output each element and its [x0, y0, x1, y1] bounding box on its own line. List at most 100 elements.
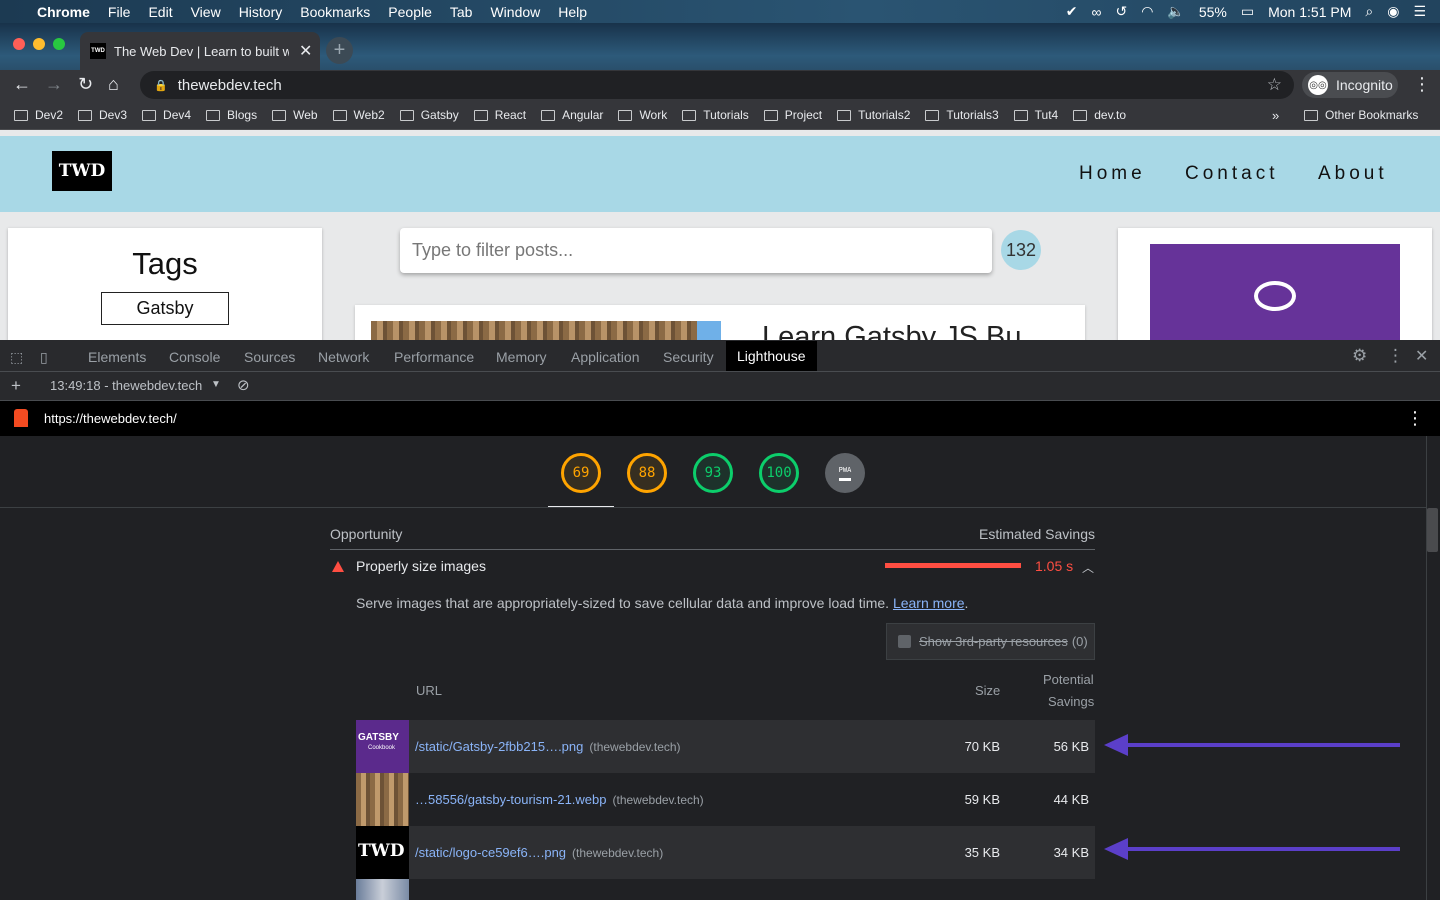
bookmark-folder[interactable]: React	[473, 108, 526, 122]
third-party-filter[interactable]: Show 3rd-party resources (0)	[886, 623, 1095, 660]
menu-file[interactable]: File	[99, 4, 140, 20]
score-accessibility[interactable]: 88	[627, 453, 667, 493]
post-title[interactable]: Learn Gatsby JS Bu	[762, 321, 1022, 340]
row-url[interactable]: /static/Gatsby-2fbb215….png (thewebdev.te…	[415, 739, 681, 754]
devtools-close-icon[interactable]: ✕	[1415, 346, 1428, 366]
bookmarks-overflow-icon[interactable]: »	[1272, 108, 1279, 123]
score-seo[interactable]: 100	[759, 453, 799, 493]
row-url-text[interactable]: /static/logo-ce59ef6….png	[415, 845, 566, 860]
table-row[interactable]: …58556/gatsby-tourism-21.webp (thewebdev.…	[356, 773, 1095, 826]
row-url[interactable]: …58556/gatsby-tourism-21.webp (thewebdev.…	[415, 792, 704, 807]
menu-view[interactable]: View	[182, 4, 230, 20]
browser-tab[interactable]: TWD The Web Dev | Learn to built w ✕	[80, 32, 320, 70]
window-minimize-button[interactable]	[33, 38, 45, 50]
chevron-up-icon[interactable]: ︿	[1082, 559, 1094, 576]
siri-icon[interactable]: ◉	[1387, 3, 1399, 20]
devtools-tab-security[interactable]: Security	[663, 349, 714, 365]
battery-percent[interactable]: 55%	[1199, 4, 1227, 20]
bookmark-folder[interactable]: Blogs	[206, 108, 257, 122]
devtools-tab-elements[interactable]: Elements	[88, 349, 146, 365]
gatsby-banner[interactable]	[1150, 244, 1400, 340]
lock-icon[interactable]: 🔒	[154, 79, 168, 92]
chrome-menu-icon[interactable]: ⋮	[1413, 74, 1431, 95]
site-logo[interactable]: TWD	[52, 151, 112, 191]
filter-posts-input[interactable]: Type to filter posts...	[400, 228, 992, 273]
bookmark-folder[interactable]: Tutorials2	[837, 108, 910, 122]
clock[interactable]: Mon 1:51 PM	[1268, 4, 1351, 20]
time-machine-icon[interactable]: ↺	[1115, 3, 1127, 20]
third-party-checkbox[interactable]	[898, 635, 911, 648]
report-selector[interactable]: 13:49:18 - thewebdev.tech	[50, 378, 202, 393]
creative-cloud-icon[interactable]: ∞	[1091, 4, 1101, 20]
scrollbar-thumb[interactable]	[1427, 508, 1438, 552]
devtools-tab-network[interactable]: Network	[318, 349, 369, 365]
bookmark-folder[interactable]: Dev2	[14, 108, 63, 122]
audited-url[interactable]: https://thewebdev.tech/	[44, 411, 177, 426]
nav-contact[interactable]: Contact	[1185, 163, 1278, 185]
score-best-practices[interactable]: 93	[693, 453, 733, 493]
tag-gatsby-button[interactable]: Gatsby	[101, 292, 229, 325]
row-url[interactable]: /static/logo-ce59ef6….png (thewebdev.tech…	[415, 845, 663, 860]
learn-more-link[interactable]: Learn more	[893, 595, 965, 611]
bookmark-folder[interactable]: Work	[618, 108, 667, 122]
bookmark-folder[interactable]: Tutorials3	[925, 108, 999, 122]
other-bookmarks-folder[interactable]: Other Bookmarks	[1304, 108, 1418, 122]
bookmark-folder[interactable]: Project	[763, 108, 822, 122]
devtools-tab-memory[interactable]: Memory	[496, 349, 547, 365]
report-dropdown-icon[interactable]: ▼	[211, 379, 221, 390]
devtools-tab-sources[interactable]: Sources	[244, 349, 295, 365]
new-tab-button[interactable]: +	[326, 37, 353, 64]
devtools-tab-application[interactable]: Application	[571, 349, 640, 365]
lighthouse-menu-icon[interactable]: ⋮	[1406, 408, 1424, 429]
score-pwa[interactable]: PWA	[825, 453, 865, 493]
address-bar[interactable]: 🔒 thewebdev.tech ☆	[140, 71, 1294, 99]
menu-history[interactable]: History	[230, 4, 292, 20]
menu-tab[interactable]: Tab	[441, 4, 482, 20]
table-row[interactable]: GATSBY Cookbook /static/Gatsby-2fbb215….…	[356, 720, 1095, 773]
bookmark-folder[interactable]: Tutorials	[682, 108, 749, 122]
home-icon[interactable]: ⌂	[108, 74, 119, 95]
devtools-tab-lighthouse[interactable]: Lighthouse	[726, 341, 817, 371]
devtools-settings-gear-icon[interactable]: ⚙	[1352, 346, 1367, 366]
forward-arrow-icon[interactable]: →	[45, 74, 63, 95]
table-row[interactable]: TWD /static/logo-ce59ef6….png (thewebdev.…	[356, 826, 1095, 879]
nav-home[interactable]: Home	[1079, 163, 1146, 185]
bookmark-folder[interactable]: Gatsby	[399, 108, 459, 122]
bookmark-folder[interactable]: Web	[272, 108, 318, 122]
menu-edit[interactable]: Edit	[139, 4, 181, 20]
menu-bookmarks[interactable]: Bookmarks	[291, 4, 379, 20]
wifi-icon[interactable]: ◠	[1141, 3, 1153, 20]
row-url-text[interactable]: /static/Gatsby-2fbb215….png	[415, 739, 583, 754]
tab-close-icon[interactable]: ✕	[299, 41, 312, 61]
window-zoom-button[interactable]	[53, 38, 65, 50]
row-url-text[interactable]: …58556/gatsby-tourism-21.webp	[415, 792, 607, 807]
bookmark-folder[interactable]: Dev3	[78, 108, 127, 122]
bookmark-folder[interactable]: Web2	[332, 108, 385, 122]
bookmark-folder[interactable]: Tut4	[1013, 108, 1058, 122]
nav-about[interactable]: About	[1318, 163, 1388, 185]
report-scrollbar[interactable]	[1426, 436, 1440, 900]
back-arrow-icon[interactable]: ←	[13, 74, 31, 95]
spotlight-search-icon[interactable]: ⌕	[1365, 3, 1373, 20]
reload-icon[interactable]: ↻	[78, 74, 93, 95]
bookmark-star-icon[interactable]: ☆	[1267, 75, 1282, 95]
menu-people[interactable]: People	[379, 4, 441, 20]
checkmark-status-icon[interactable]: ✔	[1066, 3, 1078, 20]
window-close-button[interactable]	[13, 38, 25, 50]
devtools-tab-performance[interactable]: Performance	[394, 349, 474, 365]
menu-app-name[interactable]: Chrome	[28, 4, 99, 20]
devtools-tab-console[interactable]: Console	[169, 349, 220, 365]
post-card[interactable]: Learn Gatsby JS Bu	[355, 305, 1085, 340]
clear-reports-icon[interactable]: ⊘	[237, 376, 250, 394]
new-report-plus-icon[interactable]: +	[11, 376, 21, 396]
score-performance[interactable]: 69	[561, 453, 601, 493]
menu-help[interactable]: Help	[549, 4, 596, 20]
inspect-element-icon[interactable]: ⬚	[10, 349, 23, 366]
notification-center-icon[interactable]: ☰	[1413, 3, 1426, 20]
bookmark-folder[interactable]: Dev4	[142, 108, 191, 122]
volume-icon[interactable]: 🔈	[1167, 3, 1184, 20]
menu-window[interactable]: Window	[481, 4, 549, 20]
bookmark-folder[interactable]: Angular	[541, 108, 603, 122]
device-toolbar-icon[interactable]: ▯	[40, 349, 48, 366]
audit-properly-size-images[interactable]: Properly size images 1.05 s ︿	[330, 558, 1095, 582]
